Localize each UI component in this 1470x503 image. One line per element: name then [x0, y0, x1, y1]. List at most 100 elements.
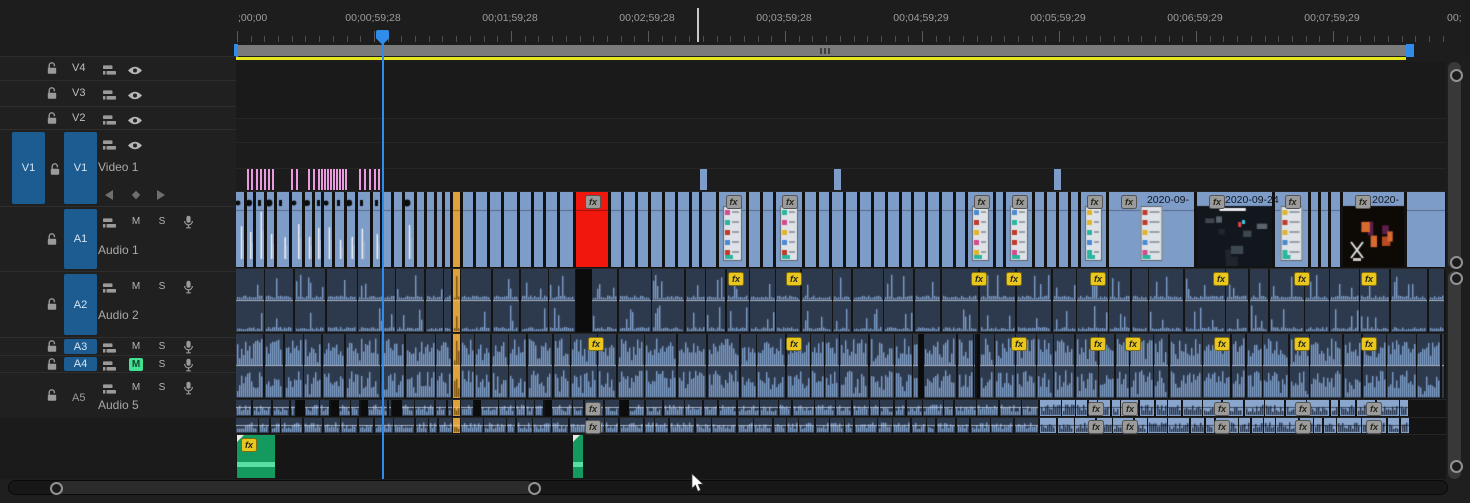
- audio-clip[interactable]: [1017, 269, 1052, 332]
- work-area-end-handle[interactable]: [1406, 44, 1414, 57]
- v2-short-clip[interactable]: [342, 169, 344, 190]
- audio-clip[interactable]: [1156, 400, 1167, 416]
- audio-clip[interactable]: [1076, 400, 1088, 416]
- video-clip[interactable]: [520, 192, 531, 267]
- mute-button[interactable]: M: [129, 381, 143, 394]
- vertical-scrollbar-thumb[interactable]: [1448, 271, 1461, 479]
- voiceover-record-icon[interactable]: [183, 215, 194, 234]
- v2-short-clip[interactable]: [247, 169, 249, 190]
- audio-clip[interactable]: [719, 400, 737, 416]
- video-clip[interactable]: [942, 192, 953, 267]
- audio-clip[interactable]: [977, 400, 998, 416]
- audio-clip[interactable]: [1442, 334, 1445, 398]
- video-clip[interactable]: [417, 192, 424, 267]
- audio-clip[interactable]: [760, 400, 778, 416]
- audio-clip[interactable]: [1170, 334, 1202, 398]
- track-name[interactable]: Video 1: [98, 160, 138, 174]
- audio-clip[interactable]: [1247, 334, 1263, 398]
- video-clip[interactable]: [427, 192, 434, 267]
- audio-clip[interactable]: [880, 400, 894, 416]
- audio-clip[interactable]: [708, 334, 740, 398]
- video-clip[interactable]: [819, 192, 829, 267]
- audio-clip[interactable]: [678, 334, 707, 398]
- audio-clip[interactable]: [528, 334, 553, 398]
- source-patch-v1[interactable]: V1: [12, 132, 45, 204]
- audio-clip[interactable]: [1040, 400, 1061, 416]
- audio-clip[interactable]: [341, 418, 358, 433]
- v2-short-clip[interactable]: [268, 169, 270, 190]
- fx-badge[interactable]: fx: [1087, 195, 1103, 209]
- video-clip[interactable]: [546, 192, 557, 267]
- scrollbar-zoom-handle[interactable]: [1450, 460, 1463, 473]
- fx-badge[interactable]: fx: [786, 337, 802, 351]
- v2-short-clip[interactable]: [296, 169, 298, 190]
- audio-clip[interactable]: [1022, 400, 1039, 416]
- audio-clip[interactable]: [974, 334, 976, 398]
- v2-short-clip[interactable]: [318, 169, 320, 190]
- audio-clip[interactable]: [236, 334, 264, 398]
- video-clip[interactable]: [463, 192, 473, 267]
- audio-clip[interactable]: [461, 418, 483, 433]
- v2-short-clip[interactable]: [256, 169, 258, 190]
- audio-clip[interactable]: [359, 418, 373, 433]
- fx-badge[interactable]: fx: [1088, 402, 1104, 416]
- fx-badge[interactable]: fx: [1090, 337, 1106, 351]
- fx-badge[interactable]: fx: [726, 195, 742, 209]
- audio-clip[interactable]: [253, 400, 272, 416]
- audio-clip[interactable]: [453, 269, 460, 332]
- audio-clip[interactable]: [453, 400, 460, 416]
- audio-clip[interactable]: [439, 418, 452, 433]
- audio-clip[interactable]: [1429, 269, 1445, 332]
- video-clip[interactable]: [805, 192, 816, 267]
- audio-clip[interactable]: [327, 269, 357, 332]
- audio-clip[interactable]: [774, 418, 787, 433]
- audio-clip[interactable]: [1310, 334, 1343, 398]
- v2-short-clip[interactable]: [251, 169, 253, 190]
- video-clip[interactable]: [277, 192, 289, 267]
- audio-clip[interactable]: [533, 418, 552, 433]
- audio-clip[interactable]: [304, 418, 323, 433]
- audio-clip[interactable]: [1015, 418, 1039, 433]
- audio-clip[interactable]: [912, 418, 926, 433]
- toggle-track-output-eye-icon[interactable]: [127, 88, 143, 106]
- audio-clip[interactable]: [779, 400, 792, 416]
- v2-short-clip[interactable]: [374, 169, 376, 190]
- video-clip[interactable]: [315, 192, 321, 267]
- audio-clip[interactable]: [236, 269, 264, 332]
- video-clip[interactable]: [692, 192, 699, 267]
- audio-clip[interactable]: [265, 269, 294, 332]
- toggle-track-output-eye-icon[interactable]: [127, 63, 143, 81]
- audio-clip[interactable]: [757, 334, 786, 398]
- video-clip[interactable]: [832, 192, 843, 267]
- audio-clip[interactable]: [1239, 418, 1251, 433]
- audio-clip[interactable]: [416, 418, 429, 433]
- track-label[interactable]: A5: [72, 392, 85, 404]
- video-clip[interactable]: [1047, 192, 1056, 267]
- fx-badge[interactable]: fx: [1122, 420, 1138, 434]
- audio-clip[interactable]: [1112, 400, 1120, 416]
- fx-badge[interactable]: fx: [974, 195, 990, 209]
- audio-clip[interactable]: [1183, 400, 1203, 416]
- audio-clip[interactable]: [304, 334, 322, 398]
- audio-clip[interactable]: [1054, 334, 1075, 398]
- audio-clip[interactable]: [1344, 334, 1362, 398]
- fx-badge[interactable]: fx: [1214, 420, 1230, 434]
- audio-clip[interactable]: [646, 400, 663, 416]
- audio-clip[interactable]: [1053, 269, 1076, 332]
- audio-clip[interactable]: [281, 418, 303, 433]
- v2-short-clip[interactable]: [272, 169, 274, 190]
- fx-badge[interactable]: fx: [1285, 195, 1301, 209]
- audio-clip[interactable]: [1245, 400, 1264, 416]
- video-clip[interactable]: [888, 192, 899, 267]
- audio-clip[interactable]: [853, 269, 884, 332]
- audio-clip[interactable]: [402, 400, 414, 416]
- audio-clip[interactable]: [971, 418, 991, 433]
- audio-clip[interactable]: [444, 269, 452, 332]
- fx-badge[interactable]: fx: [1122, 402, 1138, 416]
- audio-clip[interactable]: [1387, 334, 1416, 398]
- audio-clip[interactable]: [236, 418, 258, 433]
- audio-clip[interactable]: [1263, 334, 1289, 398]
- lock-icon[interactable]: [46, 233, 58, 251]
- audio-clip[interactable]: [493, 269, 520, 332]
- add-remove-keyframe-button[interactable]: [131, 187, 141, 205]
